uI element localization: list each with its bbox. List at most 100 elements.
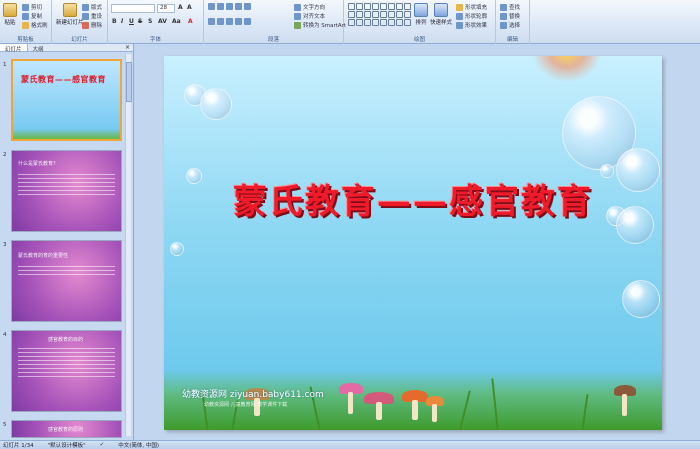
font-size-box[interactable]: 28 (157, 4, 175, 13)
current-slide[interactable]: 蒙氏教育——感官教育 幼教资源网 ziyuan.baby611.com 幼教资源… (164, 56, 662, 430)
replace-button[interactable]: 替换 (500, 12, 520, 20)
slide-thumbnail-1[interactable]: 蒙氏教育——感官教育 (11, 59, 122, 141)
status-bar: 幻灯片 1/34 "默认设计模板" ✓ 中文(简体, 中国) (0, 440, 700, 449)
editing-group: 查找 替换 选择 编辑 (496, 0, 530, 44)
shape-outline-button[interactable]: 形状轮廓 (456, 12, 487, 20)
bold-button[interactable]: B (112, 18, 117, 25)
reset-icon (82, 12, 89, 20)
cursor-icon (500, 21, 507, 29)
spacing-button[interactable]: AV (158, 18, 167, 25)
slide-thumbnail-4[interactable]: 感官教育的目的 (11, 330, 122, 412)
font-label: 字体 (149, 37, 161, 43)
font-color-button[interactable]: A (188, 18, 193, 25)
mushroom-stem (622, 394, 627, 416)
grow-font-icon[interactable]: A (178, 4, 183, 11)
thumb-title-3: 蒙氏教育的育的重要性 (18, 253, 69, 259)
pane-scrollbar[interactable] (125, 54, 132, 436)
align-center-icon (217, 18, 224, 25)
align-right-icon (226, 18, 233, 25)
slides-label: 幻灯片 (71, 37, 88, 43)
copy-button[interactable]: 复制 (22, 12, 42, 20)
thumb-number-1: 1 (3, 62, 7, 68)
align-buttons[interactable] (208, 18, 251, 25)
slide-thumbnail-5[interactable]: 感官教育的原则 (11, 420, 122, 438)
pen-icon (456, 12, 463, 20)
cut-button[interactable]: 剪切 (22, 3, 42, 11)
editing-label: 编辑 (506, 37, 518, 43)
tab-slides[interactable]: 幻灯片 (0, 44, 28, 53)
brush-icon (22, 21, 29, 29)
thumb-body-4 (18, 345, 115, 380)
slides-pane: 幻灯片 大纲 × 1 蒙氏教育——感官教育 2 什么是蒙氏教育? 3 蒙氏教育的… (0, 44, 134, 440)
line-spacing-icon (244, 3, 251, 10)
check-icon: ✓ (99, 442, 105, 448)
shape-effects-button[interactable]: 形状效果 (456, 21, 487, 29)
reset-button[interactable]: 重设 (82, 12, 102, 20)
paste-button[interactable]: 粘贴 (3, 3, 17, 26)
paste-icon (3, 3, 17, 17)
find-button[interactable]: 查找 (500, 3, 520, 11)
new-slide-button[interactable]: 新建幻灯片 (56, 3, 84, 26)
thumb-body-3 (18, 263, 115, 278)
font-group: 28 A A B I U S S AV Aa A 字体 (108, 0, 204, 44)
firework-decoration (532, 56, 602, 82)
clipboard-group: 粘贴 剪切 复制 格式刷 剪贴板 (0, 0, 52, 44)
language-indicator[interactable]: 中文(简体, 中国) (118, 441, 159, 449)
format-painter-button[interactable]: 格式刷 (22, 21, 48, 29)
mushroom-stem (376, 402, 382, 420)
layout-button[interactable]: 版式 (82, 3, 102, 11)
delete-slide-button[interactable]: 删除 (82, 21, 102, 29)
indent-icon (226, 3, 233, 10)
bubble (200, 88, 232, 120)
align-left-icon (208, 18, 215, 25)
bullets-icon (208, 3, 215, 10)
paragraph-group: 文字方向 对齐文本 转换为 SmartArt 段落 (204, 0, 346, 44)
fill-bucket-icon (456, 3, 463, 11)
align-text-button[interactable]: 对齐文本 (294, 12, 325, 20)
font-name-box[interactable] (111, 4, 155, 13)
arrange-icon (414, 3, 428, 17)
strikethrough-button[interactable]: S (138, 18, 142, 25)
shapes-gallery[interactable] (348, 3, 411, 26)
drawing-label: 绘图 (413, 37, 425, 43)
case-button[interactable]: Aa (172, 18, 181, 25)
slide-title[interactable]: 蒙氏教育——感官教育 (164, 174, 662, 223)
bubble (170, 242, 184, 256)
shadow-button[interactable]: S (148, 18, 152, 25)
close-icon[interactable]: × (122, 44, 133, 51)
replace-icon (500, 12, 507, 20)
thumb-body-2 (18, 171, 115, 198)
italic-button[interactable]: I (121, 18, 123, 25)
pane-scroll-thumb[interactable] (126, 62, 132, 102)
slide-thumbnail-3[interactable]: 蒙氏教育的育的重要性 (11, 240, 122, 322)
slide-counter: 幻灯片 1/34 (3, 443, 34, 449)
underline-button[interactable]: U (129, 18, 134, 25)
mushroom-stem (432, 404, 437, 422)
bullets-button[interactable] (208, 3, 251, 10)
select-button[interactable]: 选择 (500, 21, 520, 29)
scissors-icon (22, 3, 29, 11)
shrink-font-icon[interactable]: A (187, 4, 192, 11)
thumb-number-5: 5 (3, 422, 7, 428)
paragraph-label: 段落 (267, 37, 279, 43)
drawing-group: 排列 快速样式 形状填充 形状轮廓 形状效果 绘图 (344, 0, 496, 44)
layout-icon (82, 3, 89, 11)
arrange-button[interactable]: 排列 (414, 3, 428, 26)
tab-outline[interactable]: 大纲 (28, 44, 49, 53)
quick-styles-button[interactable]: 快速样式 (430, 3, 452, 26)
shape-fill-button[interactable]: 形状填充 (456, 3, 487, 11)
binoculars-icon (500, 3, 507, 11)
thumb-number-4: 4 (3, 332, 7, 338)
delete-icon (82, 21, 89, 29)
thumb-title-5: 感官教育的原则 (48, 427, 84, 433)
thumb-number-3: 3 (3, 242, 7, 248)
slides-group: 新建幻灯片 版式 重设 删除 幻灯片 (52, 0, 108, 44)
slide-thumbnail-2[interactable]: 什么是蒙氏教育? (11, 150, 122, 232)
text-direction-button[interactable]: 文字方向 (294, 3, 325, 11)
copy-icon (22, 12, 29, 20)
ribbon: 粘贴 剪切 复制 格式刷 剪贴板 新建幻灯片 版式 重设 删除 幻灯片 28 A… (0, 0, 700, 44)
align-text-icon (294, 12, 301, 20)
new-slide-icon (62, 3, 77, 17)
smartart-button[interactable]: 转换为 SmartArt (294, 21, 346, 29)
pane-tabs: 幻灯片 大纲 × (0, 44, 133, 53)
